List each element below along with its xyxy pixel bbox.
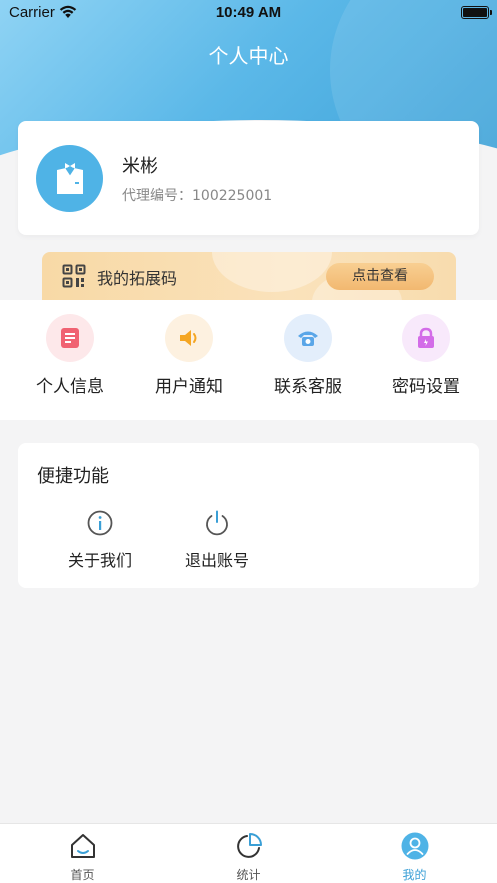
info-icon bbox=[87, 510, 113, 536]
user-icon bbox=[401, 832, 429, 860]
about-us-button[interactable]: 关于我们 bbox=[50, 509, 150, 579]
agent-number-label: 代理编号： bbox=[122, 188, 192, 204]
tab-mine[interactable]: 我的 bbox=[332, 824, 497, 883]
page-title: 个人中心 bbox=[208, 44, 289, 68]
menu-item-password-settings[interactable]: 密码设置 bbox=[366, 314, 486, 414]
quick-menu: 个人信息 用户通知 联系客服 密码设置 bbox=[0, 300, 497, 420]
status-time: 10:49 AM bbox=[215, 4, 282, 21]
avatar[interactable] bbox=[36, 145, 103, 212]
menu-label: 联系客服 bbox=[274, 377, 342, 397]
power-icon bbox=[206, 510, 228, 536]
butler-avatar-icon bbox=[57, 163, 83, 194]
menu-label: 用户通知 bbox=[155, 377, 223, 397]
menu-item-user-notice[interactable]: 用户通知 bbox=[129, 314, 249, 414]
lock-icon bbox=[418, 327, 434, 348]
status-bar: Carrier 10:49 AM bbox=[0, 0, 497, 26]
profile-card[interactable]: 米彬 代理编号：100225001 bbox=[18, 121, 479, 235]
profile-document-icon bbox=[61, 328, 79, 348]
qr-code-icon bbox=[62, 264, 86, 288]
promo-code-banner[interactable]: 我的拓展码 点击查看 bbox=[42, 252, 456, 300]
menu-icon-bg bbox=[165, 314, 213, 362]
view-code-button[interactable]: 点击查看 bbox=[326, 263, 434, 290]
tab-label: 我的 bbox=[402, 868, 427, 882]
speaker-icon bbox=[180, 330, 197, 346]
menu-label: 个人信息 bbox=[36, 377, 104, 397]
menu-label: 密码设置 bbox=[392, 377, 460, 397]
tab-label: 首页 bbox=[70, 868, 95, 882]
pie-chart-icon bbox=[237, 833, 262, 858]
menu-item-personal-info[interactable]: 个人信息 bbox=[10, 314, 130, 414]
shortcuts-title: 便捷功能 bbox=[37, 466, 109, 487]
menu-icon-bg bbox=[46, 314, 94, 362]
menu-icon-bg bbox=[284, 314, 332, 362]
agent-number: 代理编号：100225001 bbox=[122, 185, 272, 205]
agent-number-value: 100225001 bbox=[192, 188, 273, 204]
telephone-icon bbox=[298, 331, 318, 346]
about-us-label: 关于我们 bbox=[67, 551, 132, 570]
shortcuts-card: 便捷功能 关于我们 退出账号 bbox=[18, 443, 479, 588]
tab-label: 统计 bbox=[236, 868, 261, 882]
tab-bar: 首页 统计 我的 bbox=[0, 823, 497, 883]
promo-label: 我的拓展码 bbox=[97, 269, 178, 288]
logout-label: 退出账号 bbox=[184, 551, 249, 570]
user-name: 米彬 bbox=[122, 156, 158, 177]
menu-item-contact-service[interactable]: 联系客服 bbox=[248, 314, 368, 414]
home-icon bbox=[71, 834, 95, 858]
tab-home[interactable]: 首页 bbox=[0, 824, 165, 883]
battery-icon bbox=[461, 6, 492, 19]
menu-icon-bg bbox=[402, 314, 450, 362]
tab-statistics[interactable]: 统计 bbox=[166, 824, 331, 883]
logout-button[interactable]: 退出账号 bbox=[167, 509, 267, 579]
